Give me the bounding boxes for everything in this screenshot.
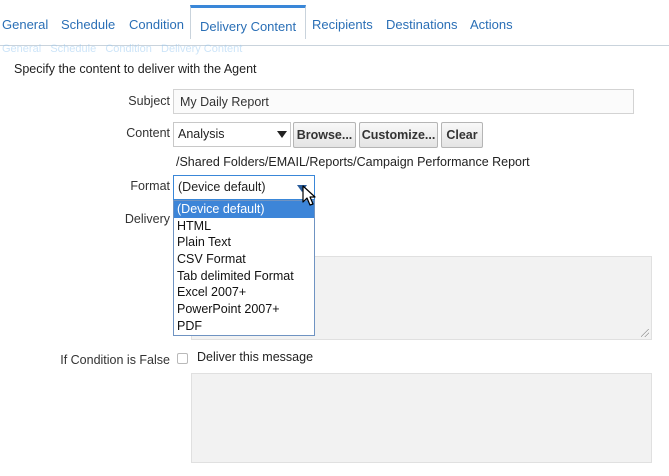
intro-text: Specify the content to deliver with the … (14, 62, 257, 76)
if-condition-false-label: If Condition is False (60, 353, 170, 367)
browse-button[interactable]: Browse... (293, 122, 356, 148)
format-option-device-default[interactable]: (Device default) (174, 201, 314, 218)
resize-grip-icon[interactable] (641, 329, 649, 337)
clear-button[interactable]: Clear (441, 122, 483, 148)
content-label: Content (126, 126, 170, 140)
tab-actions[interactable]: Actions (470, 14, 513, 36)
content-type-value: Analysis (178, 127, 225, 141)
tab-general[interactable]: General (2, 14, 48, 36)
tab-schedule[interactable]: Schedule (61, 14, 115, 36)
format-option-excel[interactable]: Excel 2007+ (174, 284, 314, 301)
content-type-select[interactable]: Analysis (173, 122, 291, 147)
subject-input[interactable] (173, 89, 634, 114)
format-label: Format (130, 179, 170, 193)
format-option-plain-text[interactable]: Plain Text (174, 234, 314, 251)
format-option-tab-delimited[interactable]: Tab delimited Format (174, 268, 314, 285)
tab-delivery-content[interactable]: Delivery Content (190, 5, 307, 39)
format-option-csv[interactable]: CSV Format (174, 251, 314, 268)
delivery-label: Delivery (124, 212, 170, 226)
format-selected-value: (Device default) (178, 180, 266, 194)
subject-label: Subject (128, 94, 170, 108)
deliver-message-label[interactable]: Deliver this message (197, 350, 313, 364)
deliver-message-checkbox[interactable] (177, 353, 188, 364)
chevron-down-icon (277, 131, 287, 138)
ghost-tab-echo: General Schedule Condition Delivery Cont… (2, 43, 243, 55)
mouse-cursor-icon (302, 185, 316, 206)
tab-recipients[interactable]: Recipients (312, 14, 373, 36)
format-select[interactable]: (Device default) (173, 175, 315, 200)
customize-button[interactable]: Customize... (359, 122, 438, 148)
content-path: /Shared Folders/EMAIL/Reports/Campaign P… (176, 155, 530, 169)
tab-destinations[interactable]: Destinations (386, 14, 458, 36)
tab-condition[interactable]: Condition (129, 14, 184, 36)
format-option-pdf[interactable]: PDF (174, 318, 314, 335)
if-false-message-textarea[interactable] (191, 373, 652, 463)
format-option-powerpoint[interactable]: PowerPoint 2007+ (174, 301, 314, 318)
format-dropdown-list: (Device default) HTML Plain Text CSV For… (173, 200, 315, 336)
format-option-html[interactable]: HTML (174, 218, 314, 235)
